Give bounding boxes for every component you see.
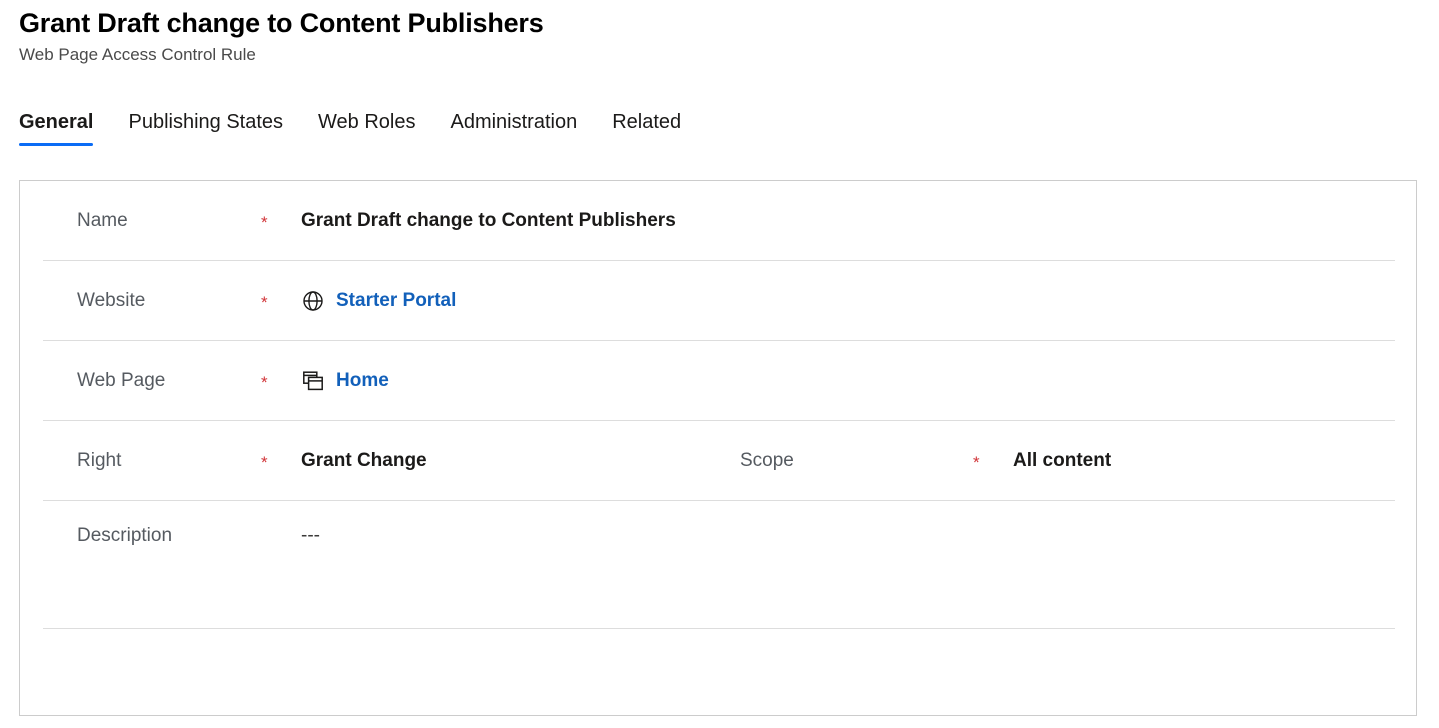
tab-general-label: General: [19, 111, 94, 133]
field-website-value: Starter Portal: [301, 288, 456, 314]
tab-administration[interactable]: Administration: [450, 108, 577, 146]
field-right: Right * Grant Change: [20, 448, 730, 474]
tab-publishing-states[interactable]: Publishing States: [128, 108, 283, 146]
field-right-label: Right: [77, 450, 122, 471]
form-row-web-page: Web Page * Home: [20, 341, 1416, 421]
field-web-page: Web Page * Home: [20, 368, 389, 394]
form-row-website: Website * Starter Portal: [20, 261, 1416, 341]
field-web-page-label: Web Page: [77, 370, 166, 391]
form-card-footer-space: [20, 629, 1416, 681]
tab-web-roles[interactable]: Web Roles: [318, 108, 415, 146]
page-subtitle: Web Page Access Control Rule: [19, 45, 256, 64]
tab-related-label: Related: [612, 111, 682, 133]
general-tab-form-card: Name * Grant Draft change to Content Pub…: [19, 180, 1417, 716]
field-name: Name * Grant Draft change to Content Pub…: [20, 208, 676, 234]
tab-strip: General Publishing States Web Roles Admi…: [19, 108, 681, 146]
field-scope: Scope * All content: [730, 448, 1330, 474]
field-web-page-value: Home: [301, 368, 389, 394]
field-scope-label: Scope: [740, 450, 794, 471]
field-name-value[interactable]: Grant Draft change to Content Publishers: [301, 208, 676, 234]
record-form-page: Grant Draft change to Content Publishers…: [0, 0, 1439, 728]
form-row-right-scope: Right * Grant Change Scope * All content: [20, 421, 1416, 501]
field-scope-required-indicator: *: [973, 452, 980, 472]
tab-publishing-states-label: Publishing States: [128, 111, 284, 133]
field-right-value[interactable]: Grant Change: [301, 448, 427, 474]
tab-related[interactable]: Related: [612, 108, 681, 146]
field-description-required-indicator: [261, 514, 301, 536]
field-website-required-indicator: *: [261, 292, 268, 312]
field-website-label: Website: [77, 290, 146, 311]
form-row-description: Description ---: [20, 501, 1416, 629]
tab-web-roles-label: Web Roles: [318, 111, 416, 133]
field-right-required-indicator: *: [261, 452, 268, 472]
field-description: Description ---: [20, 501, 320, 549]
field-name-label: Name: [77, 210, 128, 231]
field-website-link[interactable]: Starter Portal: [336, 288, 456, 314]
form-row-name: Name * Grant Draft change to Content Pub…: [20, 181, 1416, 261]
page-header: Grant Draft change to Content Publishers…: [19, 6, 1419, 67]
field-web-page-required-indicator: *: [261, 372, 268, 392]
tab-general[interactable]: General: [19, 108, 94, 146]
page-title: Grant Draft change to Content Publishers: [19, 8, 544, 38]
globe-icon: [301, 289, 325, 313]
field-website: Website * Starter Portal: [20, 288, 456, 314]
tab-administration-label: Administration: [450, 111, 578, 133]
field-name-required-indicator: *: [261, 212, 268, 232]
web-page-icon: [301, 369, 325, 393]
field-description-value[interactable]: ---: [301, 501, 320, 549]
field-scope-value[interactable]: All content: [1013, 448, 1111, 474]
field-web-page-link[interactable]: Home: [336, 368, 389, 394]
field-description-label: Description: [77, 525, 173, 546]
